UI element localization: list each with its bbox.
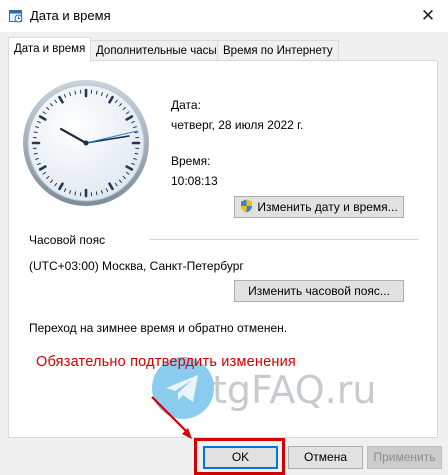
- uac-shield-icon: [241, 199, 253, 213]
- date-label: Дата:: [171, 98, 201, 112]
- timezone-section-label: Часовой пояс: [29, 233, 106, 247]
- minute-tick: [33, 152, 38, 155]
- title-bar: Дата и время ✕: [0, 0, 448, 32]
- timezone-value: (UTC+03:00) Москва, Санкт-Петербург: [29, 259, 244, 273]
- window-title: Дата и время: [30, 8, 111, 23]
- minute-tick: [95, 90, 98, 95]
- analog-clock: [23, 80, 149, 206]
- close-button[interactable]: ✕: [408, 0, 448, 32]
- annotation-text: Обязательно подтвердить изменения: [36, 354, 296, 370]
- change-datetime-button[interactable]: Изменить дату и время...: [234, 196, 404, 218]
- calendar-clock-icon: [9, 10, 23, 23]
- minute-tick: [33, 131, 38, 134]
- highlight-box: [194, 438, 285, 475]
- minute-tick: [134, 152, 139, 155]
- minute-tick: [74, 90, 77, 95]
- tab-date-time[interactable]: Дата и время: [8, 37, 92, 62]
- close-icon: ✕: [420, 6, 436, 26]
- tab-internet-time[interactable]: Время по Интернету: [217, 40, 339, 61]
- change-timezone-button[interactable]: Изменить часовой пояс...: [234, 280, 404, 302]
- cancel-button[interactable]: Отмена: [288, 446, 363, 469]
- time-label: Время:: [171, 154, 211, 168]
- minute-tick: [95, 191, 98, 196]
- section-divider: [149, 239, 419, 240]
- date-value: четверг, 28 июля 2022 г.: [171, 118, 304, 132]
- minute-tick: [134, 131, 139, 134]
- time-value: 10:08:13: [171, 174, 218, 188]
- annotation-arrow-icon: [151, 396, 192, 439]
- watermark-text: tgFAQ.ru: [212, 368, 377, 412]
- tab-additional-clocks[interactable]: Дополнительные часы: [90, 40, 223, 61]
- change-datetime-label: Изменить дату и время...: [257, 200, 398, 214]
- minute-tick: [74, 191, 77, 196]
- dst-note: Переход на зимнее время и обратно отмене…: [29, 321, 288, 335]
- apply-button[interactable]: Применить: [367, 446, 442, 469]
